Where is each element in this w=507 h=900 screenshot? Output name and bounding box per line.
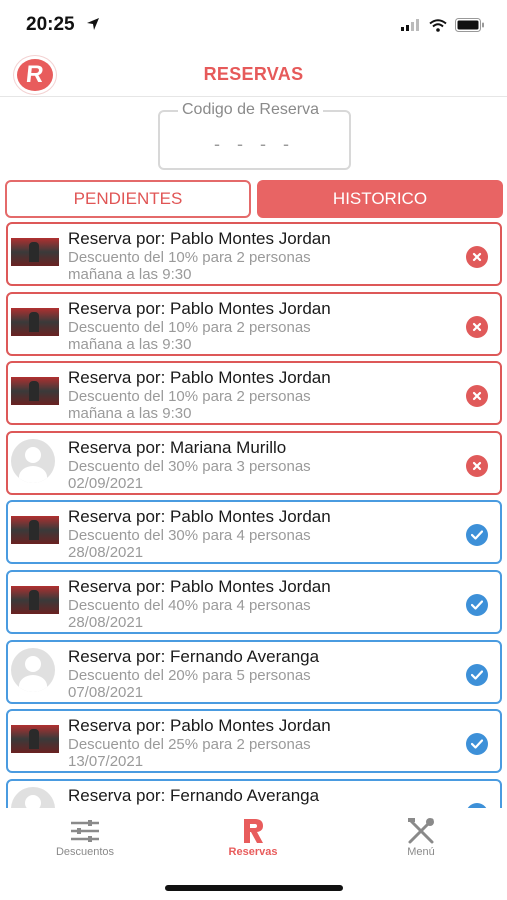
reservation-card[interactable]: Reserva por: Pablo Montes Jordan Descuent… <box>6 709 502 774</box>
tabbar-item-descuentos[interactable]: Descuentos <box>30 816 140 858</box>
cancel-icon[interactable] <box>466 315 488 338</box>
page-title: RESERVAS <box>203 64 304 84</box>
reservation-date: 07/08/2021 <box>68 683 144 701</box>
battery-icon <box>455 18 484 32</box>
signal-icon <box>401 19 419 31</box>
avatar <box>11 232 59 272</box>
reservation-description: Descuento del 40% para 4 personas <box>68 596 311 614</box>
avatar <box>11 510 59 550</box>
reservation-date: mañana a las 9:30 <box>68 335 192 353</box>
location-arrow-icon <box>87 18 99 30</box>
cancel-icon[interactable] <box>466 246 488 268</box>
avatar <box>11 302 59 342</box>
avatar <box>11 719 59 759</box>
reservation-card[interactable]: Reserva por: Fernando Averanga <box>6 778 502 808</box>
tabbar-label-reservas: Reservas <box>228 846 278 858</box>
avatar-photo <box>11 238 59 266</box>
reservation-date: 28/08/2021 <box>68 544 144 562</box>
tabbar-label-menu: Menú <box>407 846 435 858</box>
status-bar: 20:25 <box>0 0 507 50</box>
avatar <box>11 647 59 692</box>
home-indicator <box>165 885 343 891</box>
utensils-icon <box>408 818 434 844</box>
reservation-description: Descuento del 30% para 4 personas <box>68 527 311 545</box>
sliders-icon <box>71 820 99 842</box>
reservation-date: mañana a las 9:30 <box>68 405 192 423</box>
user-placeholder-icon <box>11 647 55 692</box>
reservation-code-label: Codigo de Reserva <box>178 101 323 119</box>
reservation-date: mañana a las 9:30 <box>68 266 192 283</box>
reservation-title: Reserva por: Pablo Montes Jordan <box>68 298 331 318</box>
status-indicators <box>401 18 485 32</box>
status-time: 20:25 <box>26 14 75 35</box>
check-icon[interactable] <box>466 524 488 547</box>
check-icon[interactable] <box>466 593 488 616</box>
user-placeholder-icon <box>11 786 55 808</box>
reservation-title: Reserva por: Pablo Montes Jordan <box>68 716 331 736</box>
reservation-title: Reserva por: Fernando Averanga <box>68 646 320 666</box>
reservation-card[interactable]: Reserva por: Pablo Montes Jordan Descuent… <box>6 569 502 634</box>
reservation-date: 13/07/2021 <box>68 753 144 771</box>
reservation-description: Descuento del 20% para 5 personas <box>68 666 311 684</box>
reservation-title: Reserva por: Fernando Averanga <box>68 785 320 805</box>
avatar <box>11 438 59 483</box>
avatar-photo <box>11 516 59 545</box>
cancel-icon[interactable] <box>466 454 488 477</box>
reservation-card[interactable]: Reserva por: Pablo Montes Jordan Descuent… <box>6 500 502 565</box>
reservation-code-placeholder: - - - - <box>214 134 295 154</box>
reservation-date: 02/09/2021 <box>68 474 144 492</box>
avatar-photo <box>11 307 59 336</box>
reservation-title: Reserva por: Pablo Montes Jordan <box>68 576 331 596</box>
reservation-title: Reserva por: Pablo Montes Jordan <box>68 507 331 527</box>
check-icon[interactable] <box>466 733 488 756</box>
avatar <box>11 371 59 411</box>
reservation-card[interactable]: Reserva por: Pablo Montes Jordan Descuent… <box>6 291 502 356</box>
tabbar-label-descuentos: Descuentos <box>55 846 115 858</box>
logo-r-icon <box>244 819 263 843</box>
tabbar-item-reservas[interactable]: Reservas <box>198 816 308 858</box>
reservation-card[interactable]: Reserva por: Mariana Murillo Descuento de… <box>6 430 502 495</box>
reservation-card[interactable]: Reserva por: Pablo Montes Jordan Descuent… <box>6 361 502 426</box>
reservation-title: Reserva por: Pablo Montes Jordan <box>68 368 331 388</box>
avatar-photo <box>11 725 59 754</box>
reservation-description: Descuento del 10% para 2 personas <box>68 318 311 336</box>
avatar <box>11 580 59 620</box>
check-icon[interactable] <box>466 663 488 686</box>
wifi-icon <box>429 18 447 32</box>
reservation-description: Descuento del 10% para 2 personas <box>68 388 311 406</box>
reservation-code-field[interactable]: Codigo de Reserva - - - - <box>158 101 351 170</box>
app-header: R RESERVAS <box>0 50 507 97</box>
reservation-card[interactable]: Reserva por: Pablo Montes Jordan Descuent… <box>6 222 502 286</box>
reservation-list[interactable]: Reserva por: Pablo Montes Jordan Descuent… <box>6 222 502 808</box>
reservation-title: Reserva por: Mariana Murillo <box>68 437 287 457</box>
reservation-description: Descuento del 10% para 2 personas <box>68 249 311 266</box>
tabbar-item-menu[interactable]: Menú <box>366 816 476 858</box>
user-placeholder-icon <box>11 438 55 483</box>
avatar-photo <box>11 585 59 614</box>
tab-pendientes[interactable]: PENDIENTES <box>5 180 251 218</box>
cancel-icon[interactable] <box>466 385 488 408</box>
reservation-title: Reserva por: Pablo Montes Jordan <box>68 229 331 248</box>
reservation-card[interactable]: Reserva por: Fernando Averanga Descuento … <box>6 639 502 704</box>
tab-historico[interactable]: HISTORICO <box>257 180 503 218</box>
reservation-description: Descuento del 30% para 3 personas <box>68 457 311 475</box>
avatar <box>11 786 59 808</box>
avatar-photo <box>11 377 59 406</box>
reservation-description: Descuento del 25% para 2 personas <box>68 736 311 754</box>
reservation-date: 28/08/2021 <box>68 613 144 631</box>
